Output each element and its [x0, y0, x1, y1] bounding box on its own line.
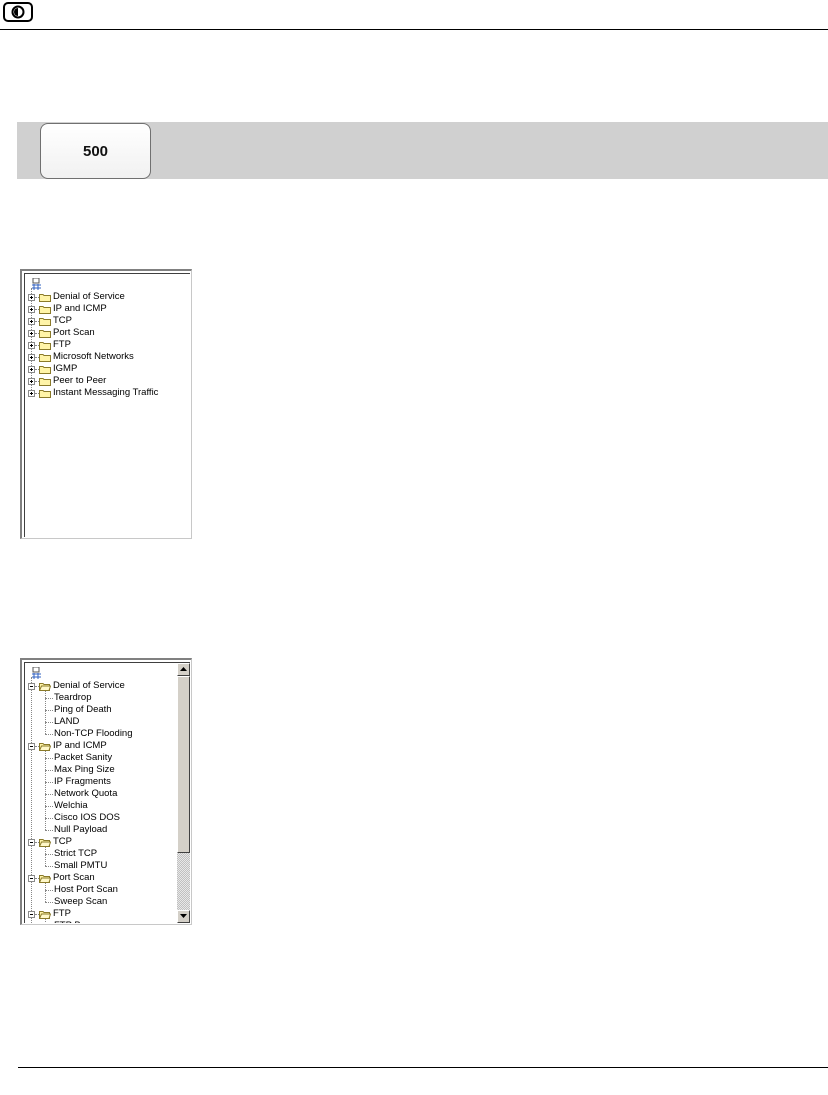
tree-item-label: Peer to Peer — [53, 375, 107, 386]
expand-toggle-icon[interactable] — [28, 378, 35, 385]
tree-folder-item[interactable]: Port Scan — [25, 327, 190, 339]
tree-leaf-item[interactable]: Strict TCP — [25, 848, 190, 860]
tree-item-label: TCP — [53, 315, 72, 326]
folder-open-icon — [38, 742, 52, 751]
tree-folder-item[interactable]: Denial of Service — [25, 291, 190, 303]
expand-toggle-icon[interactable] — [28, 390, 35, 397]
folder-icon — [39, 341, 51, 350]
footer-rule — [18, 1067, 828, 1068]
tree-folder-item[interactable]: IP and ICMP — [25, 740, 190, 752]
folder-icon — [39, 305, 51, 314]
tree-folder-item[interactable]: Port Scan — [25, 872, 190, 884]
tree-leaf-item[interactable]: Max Ping Size — [25, 764, 190, 776]
tree-item-label: Teardrop — [54, 692, 92, 703]
tree-item-label: Null Payload — [54, 824, 108, 835]
folder-icon — [39, 389, 51, 398]
folder-open-icon — [38, 874, 52, 883]
expand-toggle-icon[interactable] — [28, 318, 35, 325]
tree-folder-item[interactable]: Peer to Peer — [25, 375, 190, 387]
expand-toggle-icon[interactable] — [28, 306, 35, 313]
collapse-toggle-icon[interactable] — [28, 683, 35, 690]
tree-item-label: IGMP — [53, 363, 78, 374]
tree-item-label: IP Fragments — [54, 776, 111, 787]
tree-item-label: Small PMTU — [54, 860, 108, 871]
expand-toggle-icon[interactable] — [28, 330, 35, 337]
tree-item-label: FTP — [53, 339, 71, 350]
collapse-toggle-icon[interactable] — [28, 743, 35, 750]
attack-category-tree-collapsed[interactable]: Denial of Service IP and ICMP TCP Port Scan… — [20, 269, 192, 539]
tree-item-label: Denial of Service — [53, 291, 125, 302]
tree-item-label: Ping of Death — [54, 704, 112, 715]
folder-icon — [39, 317, 51, 326]
tree-leaf-item[interactable]: LAND — [25, 716, 190, 728]
expand-toggle-icon[interactable] — [28, 354, 35, 361]
tree-leaf-item[interactable]: Host Port Scan — [25, 884, 190, 896]
tree-leaf-item[interactable]: Non-TCP Flooding — [25, 728, 190, 740]
tree-item-label: Cisco IOS DOS — [54, 812, 120, 823]
tree-item-label: Strict TCP — [54, 848, 98, 859]
folder-open-icon — [38, 910, 52, 919]
chapter-number-tab: 500 — [40, 123, 151, 179]
tree-leaf-item[interactable]: Network Quota — [25, 788, 190, 800]
tree-folder-item[interactable]: TCP — [25, 836, 190, 848]
collapse-toggle-icon[interactable] — [28, 911, 35, 918]
tree-item-label: FTP Bounce — [54, 920, 107, 923]
tree-leaf-item[interactable]: IP Fragments — [25, 776, 190, 788]
expand-toggle-icon[interactable] — [28, 342, 35, 349]
tree-item-label: Network Quota — [54, 788, 118, 799]
tree-item-label: Sweep Scan — [54, 896, 108, 907]
tree-root-icon — [32, 278, 41, 290]
tree-item-label: Max Ping Size — [54, 764, 115, 775]
folder-icon — [39, 377, 51, 386]
tree-leaf-item[interactable]: Welchia — [25, 800, 190, 812]
tree-item-label: Port Scan — [53, 327, 95, 338]
tree-folder-item[interactable]: IP and ICMP — [25, 303, 190, 315]
folder-icon — [39, 353, 51, 362]
tree-folder-item[interactable]: Microsoft Networks — [25, 351, 190, 363]
tree-leaf-item[interactable]: Small PMTU — [25, 860, 190, 872]
tree-folder-item[interactable]: Instant Messaging Traffic — [25, 387, 190, 399]
tree-item-label: Instant Messaging Traffic — [53, 387, 159, 398]
collapse-toggle-icon[interactable] — [28, 839, 35, 846]
circle-half-icon — [3, 2, 33, 22]
header-rule — [0, 29, 828, 30]
tree-leaf-item[interactable]: FTP Bounce — [25, 920, 190, 923]
tree-leaf-item[interactable]: Sweep Scan — [25, 896, 190, 908]
tree-item-label: IP and ICMP — [53, 740, 107, 751]
tree-leaf-item[interactable]: Ping of Death — [25, 704, 190, 716]
folder-open-icon — [38, 838, 52, 847]
tree-folder-item[interactable]: FTP — [25, 908, 190, 920]
tree-leaf-item[interactable]: Packet Sanity — [25, 752, 190, 764]
tree-item-label: Host Port Scan — [54, 884, 118, 895]
tree-folder-item[interactable]: FTP — [25, 339, 190, 351]
folder-open-icon — [38, 682, 52, 691]
folder-icon — [39, 293, 51, 302]
collapse-toggle-icon[interactable] — [28, 875, 35, 882]
tree-item-label: TCP — [53, 836, 72, 847]
tree-item-label: Port Scan — [53, 872, 95, 883]
expand-toggle-icon[interactable] — [28, 294, 35, 301]
tree-item-label: IP and ICMP — [53, 303, 107, 314]
tree-folder-item[interactable]: TCP — [25, 315, 190, 327]
folder-icon — [39, 329, 51, 338]
tree-item-label: Non-TCP Flooding — [54, 728, 133, 739]
tree-item-label: Welchia — [54, 800, 88, 811]
tree-item-label: LAND — [54, 716, 80, 727]
tree-leaf-item[interactable]: Null Payload — [25, 824, 190, 836]
tree-item-label: Denial of Service — [53, 680, 125, 691]
expand-toggle-icon[interactable] — [28, 366, 35, 373]
tree-folder-item[interactable]: IGMP — [25, 363, 190, 375]
tree-item-label: Microsoft Networks — [53, 351, 134, 362]
tree-folder-item[interactable]: Denial of Service — [25, 680, 190, 692]
tree-leaf-item[interactable]: Teardrop — [25, 692, 190, 704]
tree-leaf-item[interactable]: Cisco IOS DOS — [25, 812, 190, 824]
attack-category-tree-expanded[interactable]: Denial of Service Teardrop Ping of Death LA… — [20, 658, 192, 925]
tree-item-label: Packet Sanity — [54, 752, 113, 763]
tree-item-label: FTP — [53, 908, 71, 919]
scroll-up-button[interactable] — [177, 663, 190, 676]
tree-root-icon — [32, 667, 41, 679]
folder-icon — [39, 365, 51, 374]
